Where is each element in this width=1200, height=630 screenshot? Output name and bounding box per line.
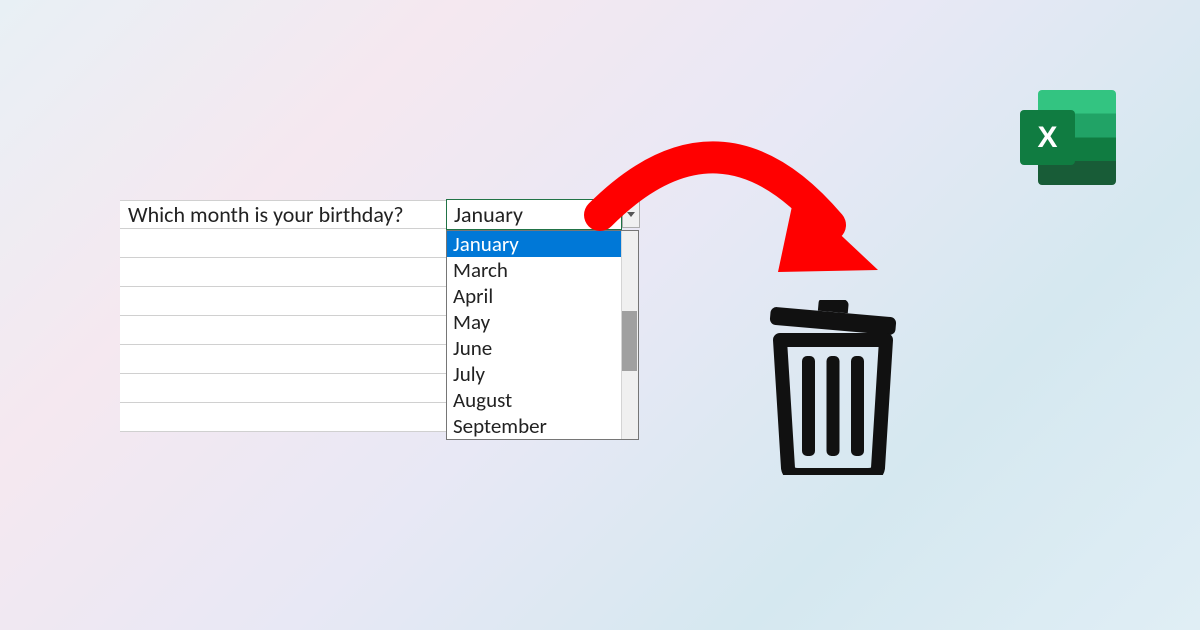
dropdown-option[interactable]: August (447, 387, 638, 413)
arrow-icon (580, 120, 890, 330)
selected-cell-value: January (454, 201, 523, 228)
question-label: Which month is your birthday? (128, 201, 447, 228)
dropdown-option[interactable]: July (447, 361, 638, 387)
dropdown-option[interactable]: September (447, 413, 638, 439)
trash-icon (758, 300, 908, 475)
excel-logo-letter: X (1020, 110, 1075, 165)
dropdown-option[interactable]: June (447, 335, 638, 361)
excel-logo-icon: X (1020, 90, 1115, 185)
